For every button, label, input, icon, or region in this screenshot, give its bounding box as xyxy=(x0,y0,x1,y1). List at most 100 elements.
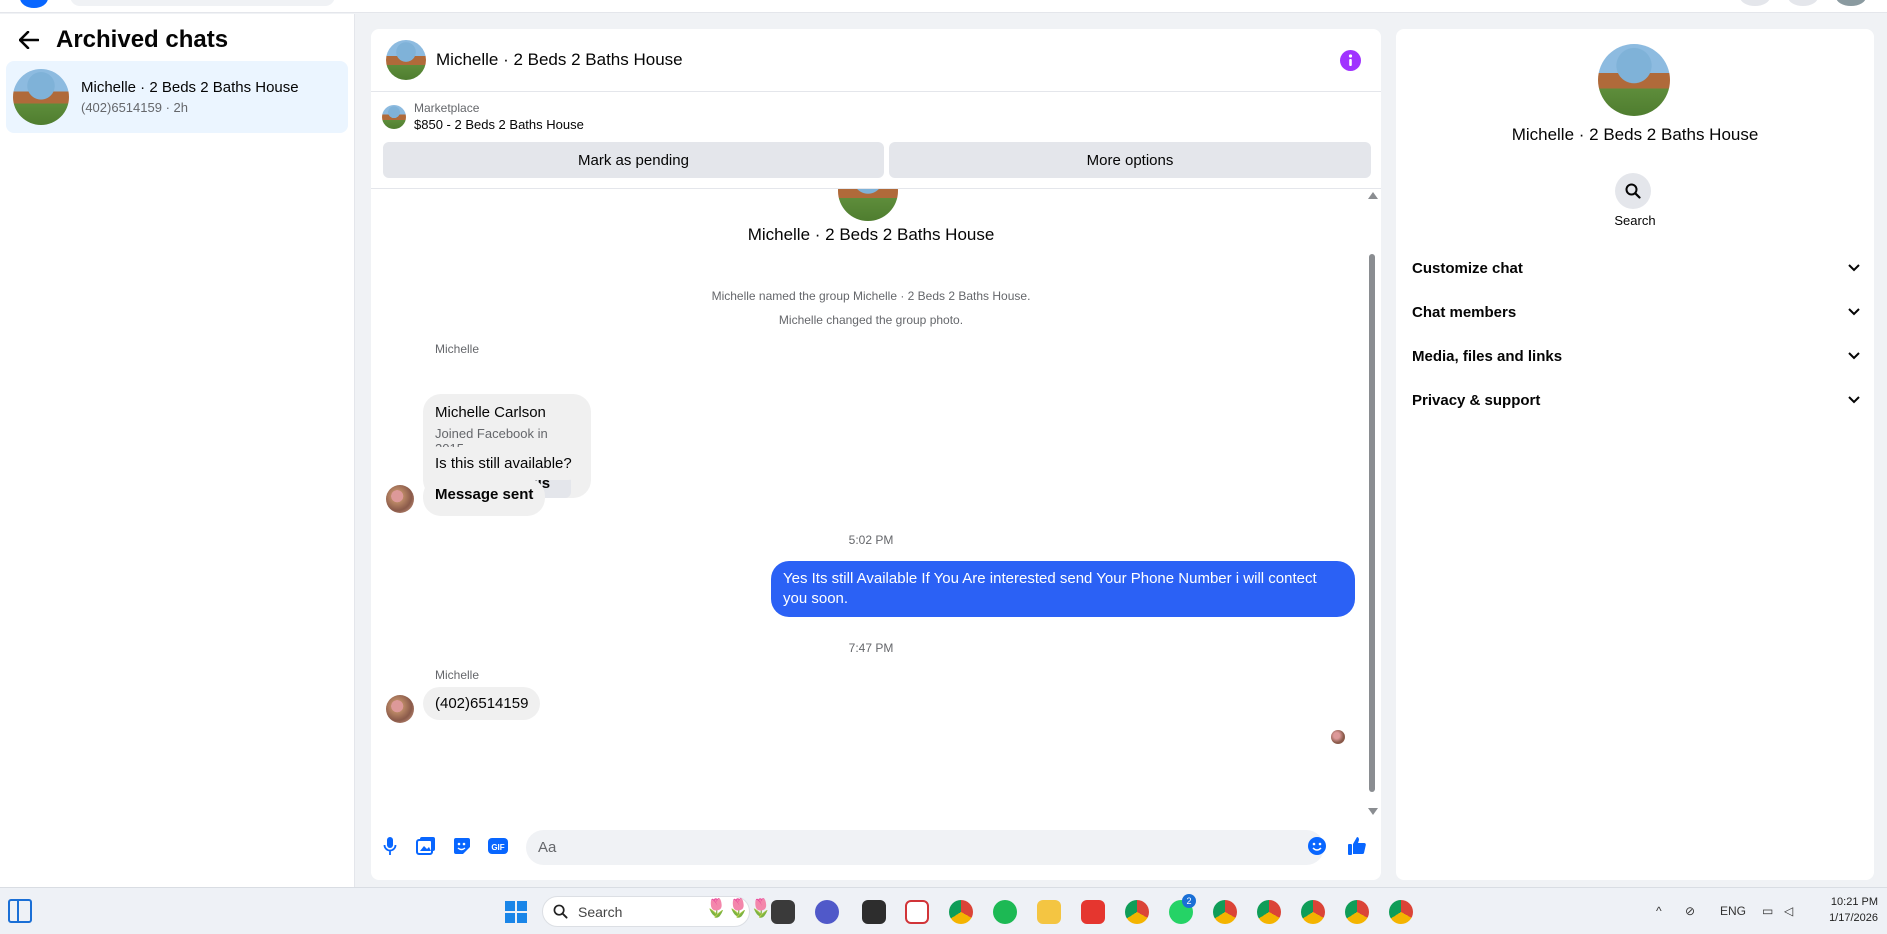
outgoing-message[interactable]: Yes Its still Available If You Are inter… xyxy=(771,561,1355,617)
section-label: Customize chat xyxy=(1412,259,1523,277)
section-chat-members[interactable]: Chat members xyxy=(1412,292,1860,332)
gif-icon[interactable]: GIF xyxy=(487,835,509,857)
search-button-label: Search xyxy=(1614,213,1656,228)
marketplace-label: Marketplace xyxy=(414,101,480,115)
taskbar-search-label: Search xyxy=(578,903,623,920)
spotify-icon[interactable] xyxy=(993,900,1017,924)
taskbar-clock[interactable]: 10:21 PM 1/17/2026 xyxy=(1808,894,1878,926)
conversation-header-title[interactable]: Michelle · 2 Beds 2 Baths House xyxy=(436,50,683,70)
conversation-panel: Michelle · 2 Beds 2 Baths House Marketpl… xyxy=(371,29,1381,880)
mark-as-pending-button[interactable]: Mark as pending xyxy=(383,142,884,178)
anydesk-icon[interactable] xyxy=(1081,900,1105,924)
system-message: Michelle changed the group photo. xyxy=(778,313,964,327)
top-search-field[interactable] xyxy=(70,0,335,6)
emoji-icon[interactable] xyxy=(1306,835,1328,857)
sidebar-header: Archived chats xyxy=(16,26,228,54)
clock-time: 10:21 PM xyxy=(1830,896,1878,908)
search-icon xyxy=(553,904,568,919)
notifications-icon[interactable] xyxy=(1788,0,1818,6)
conversation-title: Michelle · 2 Beds 2 Baths House xyxy=(747,225,995,244)
details-avatar xyxy=(1598,44,1670,116)
thumbs-up-icon[interactable] xyxy=(1346,835,1368,857)
conversation-large-avatar xyxy=(838,189,898,221)
svg-text:GIF: GIF xyxy=(491,843,504,852)
menu-icon[interactable] xyxy=(1740,0,1770,6)
sender-name: Michelle xyxy=(435,668,480,682)
timestamp: 5:02 PM xyxy=(848,533,894,547)
chat-list-item-name: Michelle · 2 Beds 2 Baths House xyxy=(81,79,299,96)
back-arrow-icon[interactable] xyxy=(16,27,42,53)
network-offline-icon[interactable]: ⊘ xyxy=(1685,904,1695,918)
details-name: Michelle · 2 Beds 2 Baths House xyxy=(1511,125,1759,144)
scroll-down-arrow-icon[interactable] xyxy=(1368,808,1378,815)
chevron-down-icon xyxy=(1848,352,1860,360)
tray-chevron-up-icon[interactable]: ^ xyxy=(1656,904,1662,918)
seen-indicator-avatar xyxy=(1331,730,1345,744)
chrome-profile-icon[interactable] xyxy=(1389,900,1413,924)
message-input[interactable] xyxy=(526,830,1324,865)
teams-icon[interactable] xyxy=(815,900,839,924)
chevron-down-icon xyxy=(1848,308,1860,316)
task-view-icon[interactable] xyxy=(771,900,795,924)
chevron-down-icon xyxy=(1848,264,1860,272)
language-indicator[interactable]: ENG xyxy=(1720,904,1746,918)
profile-avatar[interactable] xyxy=(1836,0,1866,6)
sender-name: Michelle xyxy=(435,342,480,356)
sticky-notes-icon[interactable] xyxy=(862,900,886,924)
page-title: Archived chats xyxy=(56,26,229,53)
buyer-name: Michelle Carlson xyxy=(435,404,546,421)
sticker-icon[interactable] xyxy=(451,835,473,857)
microphone-icon[interactable] xyxy=(379,835,401,857)
archived-chats-sidebar: Archived chats Michelle · 2 Beds 2 Baths… xyxy=(0,14,355,887)
chrome-profile-icon[interactable] xyxy=(1125,900,1149,924)
incoming-message[interactable]: (402)6514159 xyxy=(423,687,541,720)
search-button[interactable] xyxy=(1615,173,1651,209)
section-privacy-support[interactable]: Privacy & support xyxy=(1412,380,1860,420)
top-nav-strip xyxy=(0,0,1887,13)
listing-thumbnail xyxy=(382,104,406,129)
flowers-icon: 🌷🌷🌷 xyxy=(705,898,773,918)
display-icon[interactable]: ▭ xyxy=(1762,904,1773,918)
marketplace-listing[interactable]: Marketplace $850 - 2 Beds 2 Baths House xyxy=(382,101,584,132)
chat-avatar xyxy=(13,69,69,125)
incoming-message[interactable]: Is this still available? xyxy=(423,447,584,480)
info-icon[interactable] xyxy=(1340,50,1361,71)
chrome-profile-icon[interactable] xyxy=(1301,900,1325,924)
file-explorer-icon[interactable] xyxy=(1037,900,1061,924)
widgets-icon[interactable] xyxy=(8,899,32,923)
incoming-message[interactable]: Message sent xyxy=(423,478,546,516)
photo-icon[interactable] xyxy=(415,835,437,857)
scrollbar-thumb[interactable] xyxy=(1369,254,1375,792)
chat-details-panel: Michelle · 2 Beds 2 Baths House Search C… xyxy=(1396,29,1874,880)
whatsapp-badge: 2 xyxy=(1182,894,1196,908)
snipping-tool-icon[interactable] xyxy=(905,900,929,924)
system-message: Michelle named the group Michelle · 2 Be… xyxy=(711,289,1031,303)
clock-date: 1/17/2026 xyxy=(1829,912,1878,924)
chrome-icon[interactable] xyxy=(949,900,973,924)
facebook-logo-icon[interactable] xyxy=(20,0,48,8)
chat-list-item[interactable]: Michelle · 2 Beds 2 Baths House (402)651… xyxy=(6,61,348,133)
section-label: Media, files and links xyxy=(1412,347,1563,365)
message-list: Michelle · 2 Beds 2 Baths House Michelle… xyxy=(371,189,1381,814)
timestamp: 7:47 PM xyxy=(848,641,894,655)
section-media-files-links[interactable]: Media, files and links xyxy=(1412,336,1860,376)
section-label: Privacy & support xyxy=(1412,391,1541,409)
message-composer: GIF xyxy=(371,819,1381,879)
volume-icon[interactable]: ◁ xyxy=(1784,904,1793,918)
conversation-avatar[interactable] xyxy=(386,40,426,80)
chrome-profile-icon[interactable] xyxy=(1257,900,1281,924)
sender-avatar[interactable] xyxy=(386,485,414,513)
scrollbar[interactable] xyxy=(1366,192,1378,817)
chrome-profile-icon[interactable] xyxy=(1345,900,1369,924)
chrome-profile-icon[interactable] xyxy=(1213,900,1237,924)
section-customize-chat[interactable]: Customize chat xyxy=(1412,248,1860,288)
taskbar: Search 🌷🌷🌷 2 ^ ⊘ ENG ▭ ◁ 10:21 PM 1/17/2… xyxy=(0,887,1887,934)
section-label: Chat members xyxy=(1412,303,1517,321)
listing-price-title: $850 - 2 Beds 2 Baths House xyxy=(414,117,584,132)
more-options-button[interactable]: More options xyxy=(889,142,1371,178)
scroll-up-arrow-icon[interactable] xyxy=(1368,192,1378,199)
conversation-header: Michelle · 2 Beds 2 Baths House xyxy=(371,29,1381,92)
chat-list-item-preview: (402)6514159 · 2h xyxy=(81,100,188,115)
start-button-icon[interactable] xyxy=(505,901,527,923)
sender-avatar[interactable] xyxy=(386,695,414,723)
